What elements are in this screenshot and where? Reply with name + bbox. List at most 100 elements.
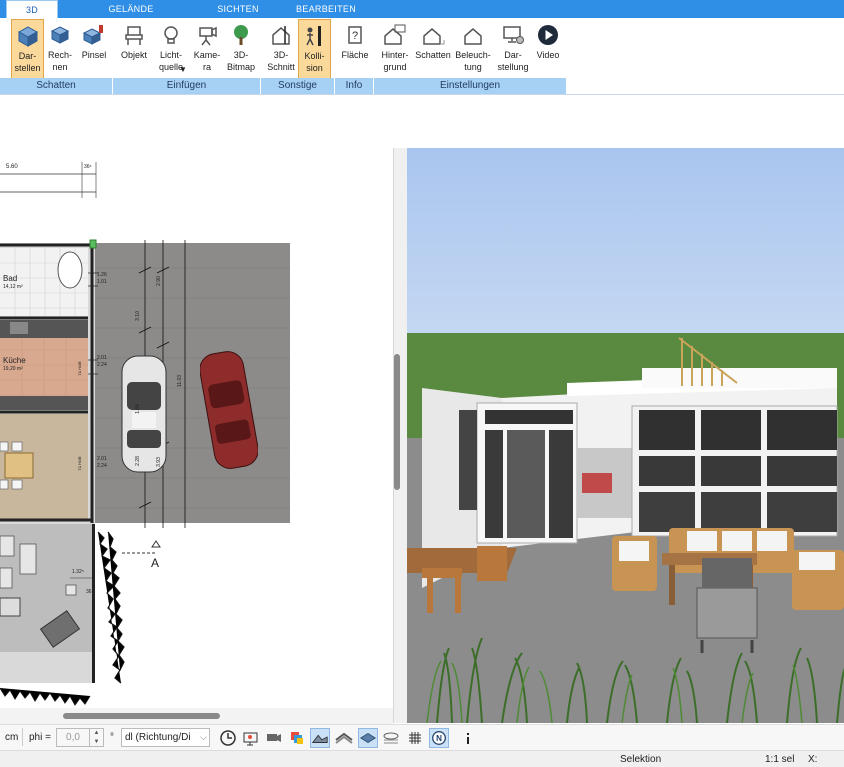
direction-select-value: dl (Richtung/Di xyxy=(125,732,191,743)
floor-plan-view[interactable]: 5.60 36⁵ Bad 14,12 m² Küche 19,20 m² 1.2… xyxy=(0,148,393,723)
car-red-icon xyxy=(200,351,258,469)
flaeche-label: Fläche xyxy=(341,50,369,60)
north-compass-icon[interactable]: N xyxy=(429,728,449,748)
tab-bearbeiten[interactable]: BEARBEITEN xyxy=(290,0,362,18)
clock-icon[interactable] xyxy=(218,728,238,748)
dim-36: 36 xyxy=(86,589,92,595)
video-button[interactable]: Video xyxy=(532,19,564,79)
layers-color-icon[interactable] xyxy=(287,728,307,748)
hatch-icon[interactable] xyxy=(381,728,401,748)
cube-icon xyxy=(17,26,38,47)
roof-layers-icon[interactable] xyxy=(334,728,354,748)
darstellen-label: Dar- stellen xyxy=(14,51,41,73)
room-bad-label: Bad xyxy=(3,274,18,283)
tab-sichten[interactable]: SICHTEN xyxy=(205,0,271,18)
degree-label: ° xyxy=(110,732,114,743)
rechnen-label: Rech- nen xyxy=(47,50,72,72)
hintergrund-button[interactable]: Hinter- grund xyxy=(378,19,412,79)
group-schatten: Schatten xyxy=(0,78,113,94)
group-einfuegen: Einfügen xyxy=(113,78,261,94)
dim-224b: 2.24 xyxy=(97,463,107,469)
lightbulb-icon xyxy=(164,26,178,44)
flaeche-button[interactable]: ? Fläche xyxy=(338,19,372,79)
video-label: Video xyxy=(536,50,560,60)
paint-cube-icon xyxy=(82,25,103,45)
darstellen-button[interactable]: Dar- stellen xyxy=(11,19,44,79)
unit-label: cm xyxy=(5,732,19,743)
ribbon: Dar- stellen Rech- nen Pinsel Objekt Lic… xyxy=(0,18,844,95)
camera-small-icon[interactable] xyxy=(264,728,284,748)
grid-icon[interactable] xyxy=(405,728,425,748)
bottom-toolbar: cm phi = ▲▼ ° dl (Richtung/Di ⌵ N xyxy=(0,724,844,750)
svg-text:N: N xyxy=(436,734,442,743)
3d-view[interactable] xyxy=(407,148,844,723)
tab-gelaende[interactable]: GELÄNDE xyxy=(98,0,164,18)
3d-render-canvas xyxy=(407,148,844,723)
room-kueche-area: 19,20 m² xyxy=(3,366,23,372)
darstellung-button[interactable]: Dar- stellung xyxy=(495,19,531,79)
dropdown-arrow-icon: ▼ xyxy=(179,65,187,74)
dim-v2: 2.90 xyxy=(155,276,162,286)
status-x-coordinate: X: xyxy=(808,754,818,765)
dim-v3: 1.84 xyxy=(134,404,141,414)
area-question-icon: ? xyxy=(348,26,362,44)
house-background-icon xyxy=(384,24,406,45)
info-dots-icon[interactable] xyxy=(458,728,478,748)
dim-top-small-text: 36⁵ xyxy=(84,164,92,170)
objekt-button[interactable]: Objekt xyxy=(117,19,151,79)
bitmap-label: 3D- Bitmap xyxy=(226,50,255,72)
kollision-label: Kolli- sion xyxy=(304,51,325,73)
dim-101: 1.01 xyxy=(97,279,107,285)
brh-label-a: BRH 51 xyxy=(77,361,83,376)
bitmap-button[interactable]: 3D- Bitmap xyxy=(224,19,258,79)
screen-sun-icon[interactable] xyxy=(241,728,261,748)
house-shadow-icon xyxy=(423,28,445,45)
house-light-icon xyxy=(464,28,482,45)
tab-3d[interactable]: 3D xyxy=(6,0,58,18)
status-scale: 1:1 sel xyxy=(765,754,795,765)
vertical-scrollbar-thumb[interactable] xyxy=(394,354,400,490)
beleuchtung-label: Beleuch- tung xyxy=(455,50,491,72)
dim-v5: 11.03 xyxy=(177,374,184,388)
status-bar: Selektion 1:1 sel X: xyxy=(0,750,844,767)
floor-plan-canvas xyxy=(0,162,290,708)
group-sonstige: Sonstige xyxy=(261,78,335,94)
camera-icon xyxy=(199,26,217,46)
pinsel-button[interactable]: Pinsel xyxy=(77,19,111,79)
phi-label: phi = xyxy=(29,732,51,743)
dim-top-text: 5.60 xyxy=(6,164,18,170)
horizontal-scrollbar-thumb[interactable] xyxy=(63,713,220,719)
phi-stepper[interactable]: ▲ ▼ xyxy=(90,728,104,747)
monitor-settings-icon xyxy=(503,26,524,44)
play-icon xyxy=(538,25,558,45)
plane-icon[interactable] xyxy=(358,728,378,748)
beleuchtung-button[interactable]: Beleuch- tung xyxy=(453,19,493,79)
kollision-button[interactable]: Kolli- sion xyxy=(298,19,331,79)
dim-201a: 2.01 xyxy=(97,355,107,361)
tree-icon xyxy=(234,25,248,45)
chevron-down-icon: ⌵ xyxy=(200,732,207,742)
lichtquelle-button[interactable]: Licht- quelle ▼ xyxy=(155,19,187,79)
terrain-icon[interactable] xyxy=(310,728,330,748)
objekt-label: Objekt xyxy=(120,50,147,60)
darstellung-label: Dar- stellung xyxy=(497,50,529,72)
group-info: Info xyxy=(335,78,374,94)
brh-label-b: BRH 51 xyxy=(77,456,83,471)
dim-v6: 3.93 xyxy=(155,457,162,467)
collision-icon xyxy=(305,26,321,46)
cube-calc-icon xyxy=(50,26,70,44)
ribbon-group-bar: Schatten Einfügen Sonstige Info Einstell… xyxy=(0,78,566,94)
schnitt-button[interactable]: 3D- Schnitt xyxy=(264,19,298,79)
schatten-button[interactable]: Schatten xyxy=(413,19,453,79)
divider xyxy=(22,728,23,746)
schatten-label: Schatten xyxy=(415,50,451,60)
section-marker-a[interactable]: A xyxy=(151,556,159,570)
house-cut-icon xyxy=(272,26,290,45)
status-mode: Selektion xyxy=(620,754,662,765)
kamera-button[interactable]: Kame- ra xyxy=(190,19,224,79)
svg-text:?: ? xyxy=(352,30,358,42)
rechnen-button[interactable]: Rech- nen xyxy=(45,19,75,79)
group-einstellungen: Einstellungen xyxy=(439,80,501,91)
phi-input[interactable] xyxy=(56,728,90,747)
direction-select[interactable]: dl (Richtung/Di ⌵ xyxy=(121,728,210,747)
